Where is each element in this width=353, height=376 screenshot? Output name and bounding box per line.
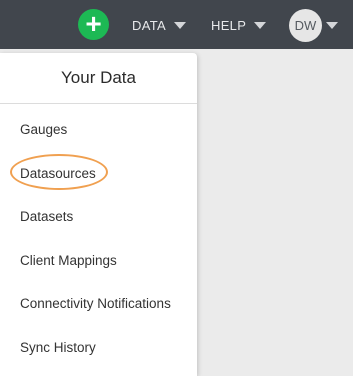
your-data-dropdown: Your Data Gauges Datasources Datasets Cl… xyxy=(0,53,197,376)
user-avatar[interactable]: DW xyxy=(289,9,322,42)
help-menu[interactable]: HELP xyxy=(211,16,267,34)
menu-item-datasets[interactable]: Datasets xyxy=(20,209,73,224)
menu-item-gauges[interactable]: Gauges xyxy=(20,122,67,137)
data-menu[interactable]: DATA xyxy=(132,16,186,34)
data-menu-label: DATA xyxy=(132,17,166,33)
account-chevron-down-icon[interactable] xyxy=(326,22,338,29)
dropdown-title: Your Data xyxy=(0,53,197,104)
add-button[interactable]: + xyxy=(78,9,109,40)
menu-item-client-mappings[interactable]: Client Mappings xyxy=(20,253,117,268)
menu-item-connectivity-notifications[interactable]: Connectivity Notifications xyxy=(20,296,171,311)
chevron-down-icon xyxy=(254,21,267,29)
help-menu-label: HELP xyxy=(211,17,247,33)
top-navigation-bar: + DATA HELP DW xyxy=(0,0,353,49)
chevron-down-icon xyxy=(173,21,186,29)
plus-icon: + xyxy=(85,7,102,39)
highlight-annotation-ring xyxy=(10,154,108,190)
menu-item-sync-history[interactable]: Sync History xyxy=(20,340,96,355)
